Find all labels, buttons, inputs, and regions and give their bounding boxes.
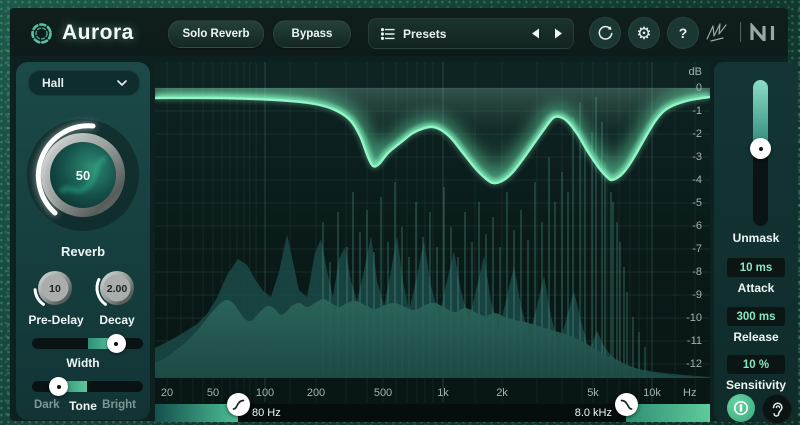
cutoff-filter-bar[interactable]: 80 Hz 8.0 kHz xyxy=(155,393,710,422)
preset-next-button[interactable] xyxy=(554,28,563,39)
freq-tick-label: 20 xyxy=(160,387,174,399)
release-value-box[interactable]: 300 ms xyxy=(727,307,785,326)
freq-tick-label: 10k xyxy=(643,387,661,399)
reverb-knob-value: 50 xyxy=(76,168,90,183)
highcut-fill xyxy=(626,404,710,422)
release-label: Release xyxy=(733,330,779,344)
ni-logo-icon xyxy=(750,23,775,41)
freq-tick-label: 500 xyxy=(373,387,393,399)
preset-selector[interactable]: Presets xyxy=(368,18,574,49)
reverb-controls-panel: Hall 50 Reverb 10 Pre-Delay 2.00 Decay W… xyxy=(16,62,150,420)
preset-prev-button[interactable] xyxy=(531,28,540,39)
sensitivity-value: 10 % xyxy=(742,358,770,371)
sensitivity-label: Sensitivity xyxy=(725,378,787,392)
tone-slider-handle[interactable] xyxy=(49,377,69,396)
db-tick-label: -11 xyxy=(686,335,702,347)
width-slider-handle[interactable] xyxy=(106,334,126,353)
db-tick-label: -7 xyxy=(692,243,702,255)
reverb-knob[interactable]: 50 xyxy=(22,112,144,238)
plugin-outer-frame: Aurora Solo Reverb Bypass Presets ⚙︎ ? H… xyxy=(0,0,800,425)
db-unit-label: dB xyxy=(688,66,702,78)
decay-knob[interactable]: 2.00 xyxy=(94,266,140,312)
db-tick-label: -3 xyxy=(692,151,702,163)
history-icon xyxy=(598,25,612,40)
db-tick-label: -4 xyxy=(692,174,702,186)
highpass-curve-icon xyxy=(232,399,244,410)
lowcut-value: 80 Hz xyxy=(252,407,281,419)
preset-list-icon xyxy=(381,27,395,40)
unmask-label: Unmask xyxy=(732,231,780,245)
db-tick-label: -8 xyxy=(692,266,702,278)
db-tick-label: -6 xyxy=(692,220,702,232)
highcut-value: 8.0 kHz xyxy=(574,407,612,419)
power-icon xyxy=(734,401,748,415)
db-tick-label: -9 xyxy=(692,289,702,301)
predelay-knob[interactable]: 10 xyxy=(32,266,78,312)
freq-tick-label: 50 xyxy=(206,387,220,399)
reverb-knob-label: Reverb xyxy=(60,244,106,259)
tone-slider[interactable] xyxy=(32,377,143,396)
predelay-label: Pre-Delay xyxy=(28,313,84,327)
settings-button[interactable]: ⚙︎ xyxy=(628,17,660,49)
width-slider[interactable] xyxy=(32,334,143,353)
freq-tick-label: 2k xyxy=(496,387,508,399)
unmask-slider-handle[interactable] xyxy=(750,138,771,159)
chevron-down-icon xyxy=(117,80,127,86)
preset-name: Presets xyxy=(403,26,447,41)
decay-knob-value: 2.00 xyxy=(107,283,128,295)
algorithm-value: Hall xyxy=(42,76,65,90)
lowcut-handle[interactable] xyxy=(226,393,250,416)
unmask-power-toggle[interactable] xyxy=(727,394,755,422)
unmask-controls-panel: Unmask 10 ms Attack 300 ms Release 10 % … xyxy=(714,62,798,424)
aurora-logo-icon xyxy=(31,22,52,44)
sensitivity-value-box[interactable]: 10 % xyxy=(727,355,785,374)
app-title: Aurora xyxy=(62,21,134,44)
ear-icon xyxy=(772,402,783,417)
freq-tick-label: 1k xyxy=(437,387,449,399)
app-logo: Aurora xyxy=(28,19,134,47)
izotope-signature-icon xyxy=(706,23,727,42)
width-label: Width xyxy=(66,356,100,370)
algorithm-dropdown[interactable]: Hall xyxy=(28,70,140,96)
lowcut-fill xyxy=(155,404,238,422)
top-bar: Aurora Solo Reverb Bypass Presets ⚙︎ ? xyxy=(10,8,788,56)
unmask-slider[interactable] xyxy=(750,80,771,226)
db-tick-label: -2 xyxy=(692,128,702,140)
hz-unit-label: Hz xyxy=(683,387,697,399)
db-tick-label: 0 xyxy=(695,82,702,94)
help-button[interactable]: ? xyxy=(667,17,699,49)
tone-bright-label: Bright xyxy=(102,399,136,411)
freq-tick-label: 5k xyxy=(587,387,599,399)
spectrum-display[interactable]: dB 0 -1 -2 -3 -4 -5 -6 -7 -8 -9 -10 -11 -12 20 50 100 2… xyxy=(155,62,710,422)
spectrum-canvas xyxy=(155,62,710,402)
db-tick-label: -5 xyxy=(692,197,702,209)
predelay-knob-value: 10 xyxy=(49,283,61,295)
freq-tick-label: 100 xyxy=(255,387,275,399)
freq-tick-label: 200 xyxy=(306,387,326,399)
attack-value-box[interactable]: 10 ms xyxy=(727,258,785,277)
question-mark-icon: ? xyxy=(678,25,688,41)
bypass-button[interactable]: Bypass xyxy=(273,20,351,48)
decay-label: Decay xyxy=(99,313,135,327)
release-value: 300 ms xyxy=(736,310,776,323)
logo-divider xyxy=(740,22,741,42)
sidechain-listen-toggle[interactable] xyxy=(762,394,792,424)
attack-label: Attack xyxy=(737,281,775,295)
solo-reverb-button[interactable]: Solo Reverb xyxy=(168,20,264,48)
plugin-window: Aurora Solo Reverb Bypass Presets ⚙︎ ? H… xyxy=(10,8,798,424)
brand-logos xyxy=(703,18,776,46)
db-tick-label: -12 xyxy=(686,358,702,370)
db-tick-label: -10 xyxy=(686,312,702,324)
db-tick-label: -1 xyxy=(692,105,702,117)
attack-value: 10 ms xyxy=(739,261,773,274)
highcut-handle[interactable] xyxy=(614,393,638,416)
lowpass-curve-icon xyxy=(620,399,632,410)
gear-icon: ⚙︎ xyxy=(636,23,652,43)
history-undo-button[interactable] xyxy=(589,17,621,49)
